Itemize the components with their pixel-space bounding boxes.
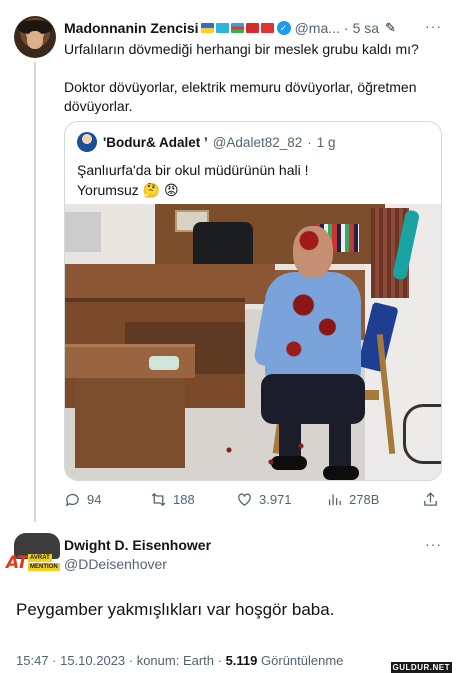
reply-more-options-icon[interactable]: ··· bbox=[425, 536, 442, 552]
photo-dish bbox=[149, 356, 179, 370]
flag-kg-icon bbox=[245, 23, 259, 33]
tweet-time[interactable]: 5 sa bbox=[353, 20, 379, 36]
quote-dot-separator: · bbox=[307, 134, 312, 150]
flag-ua-icon bbox=[200, 23, 214, 33]
photo-person-leg bbox=[329, 410, 351, 470]
reply-author-handle[interactable]: @DDeisenhover bbox=[64, 556, 167, 572]
flag-kz-icon bbox=[215, 23, 229, 33]
main-tweet: Madonnanin Zencisi ✓ @ma... · 5 sa ✎ ···… bbox=[0, 0, 456, 522]
quote-header: 'Bodur& Adalet ’ @Adalet82_82 · 1 g bbox=[77, 132, 336, 152]
reply-author-avatar[interactable]: AT AVRAT MENTION bbox=[6, 533, 62, 579]
reply-text: Peygamber yakmışlıkları var hoşgör baba. bbox=[16, 600, 335, 619]
retweet-icon bbox=[151, 492, 166, 506]
flag-az-icon bbox=[230, 23, 244, 33]
tweet-text-line1: Urfalıların dövmediği herhangi bir mesle… bbox=[64, 41, 419, 57]
quote-text-line2: Yorumsuz 🤔 😡 bbox=[77, 182, 179, 198]
verified-icon: ✓ bbox=[276, 21, 291, 35]
grok-icon[interactable]: ✎ bbox=[385, 20, 396, 36]
photo-person-head bbox=[293, 226, 333, 278]
tweet-header: Madonnanin Zencisi ✓ @ma... · 5 sa ✎ bbox=[64, 18, 444, 38]
author-handle[interactable]: @ma... bbox=[295, 20, 340, 36]
reply-views-label: Görüntülenme bbox=[257, 653, 344, 668]
more-options-icon[interactable]: ··· bbox=[425, 18, 442, 34]
retweet-button[interactable]: 188 bbox=[150, 491, 195, 508]
author-avatar[interactable] bbox=[14, 16, 56, 58]
reply-author-name[interactable]: Dwight D. Eisenhower bbox=[64, 537, 211, 553]
avatar-logo-text: AT bbox=[6, 553, 28, 573]
photo-floor-stains bbox=[205, 434, 325, 474]
quote-photo[interactable] bbox=[65, 204, 441, 480]
thread-line bbox=[34, 62, 36, 522]
photo-monitor bbox=[65, 212, 101, 252]
photo-side-table-body bbox=[75, 378, 185, 468]
quote-author-name: 'Bodur& Adalet ’ bbox=[103, 134, 208, 150]
quote-text: Şanlıurfa'da bir okul müdürünün hali ! Y… bbox=[77, 160, 429, 200]
avatar-face bbox=[27, 31, 43, 49]
photo-person-shoe bbox=[323, 466, 359, 480]
reply-icon bbox=[65, 493, 79, 506]
share-icon bbox=[424, 491, 437, 506]
like-button[interactable]: 3.971 bbox=[236, 491, 292, 508]
reply-views-count: 5.119 bbox=[225, 653, 258, 668]
dot-separator: · bbox=[343, 20, 349, 36]
action-bar: 94 188 3.971 278B bbox=[64, 488, 442, 510]
photo-fan bbox=[403, 404, 441, 464]
site-watermark: GULDUR.NET bbox=[390, 662, 452, 673]
avatar-logo-small-text: AVRAT bbox=[28, 554, 52, 562]
reply-meta: 15:47 · 15.10.2023 · konum: Earth · 5.11… bbox=[16, 653, 343, 668]
quote-text-line1: Şanlıurfa'da bir okul müdürünün hali ! bbox=[77, 162, 309, 178]
views-chart-icon bbox=[328, 494, 341, 505]
author-name[interactable]: Madonnanin Zencisi bbox=[64, 20, 199, 36]
quote-time: 1 g bbox=[316, 134, 336, 150]
reply-button[interactable]: 94 bbox=[64, 491, 101, 508]
views-button[interactable]: 278B bbox=[326, 491, 379, 508]
like-count: 3.971 bbox=[259, 491, 292, 507]
quoted-tweet-card[interactable]: 'Bodur& Adalet ’ @Adalet82_82 · 1 g Şanl… bbox=[64, 121, 442, 481]
retweet-count: 188 bbox=[173, 491, 195, 507]
tweet-text-line2: Doktor dövüyorlar, elektrik memuru dövüy… bbox=[64, 79, 417, 114]
quote-avatar bbox=[77, 132, 97, 152]
flag-tr-icon bbox=[260, 23, 274, 33]
avatar-logo-small-text: MENTION bbox=[28, 563, 60, 571]
views-count: 278B bbox=[349, 491, 380, 507]
photo-person-shirt bbox=[265, 272, 361, 382]
share-button[interactable] bbox=[422, 491, 445, 508]
reply-timestamp[interactable]: 15:47 · 15.10.2023 · konum: Earth · bbox=[16, 653, 226, 668]
quote-handle: @Adalet82_82 bbox=[212, 134, 303, 150]
reply-count: 94 bbox=[87, 491, 102, 507]
heart-icon bbox=[238, 493, 251, 506]
